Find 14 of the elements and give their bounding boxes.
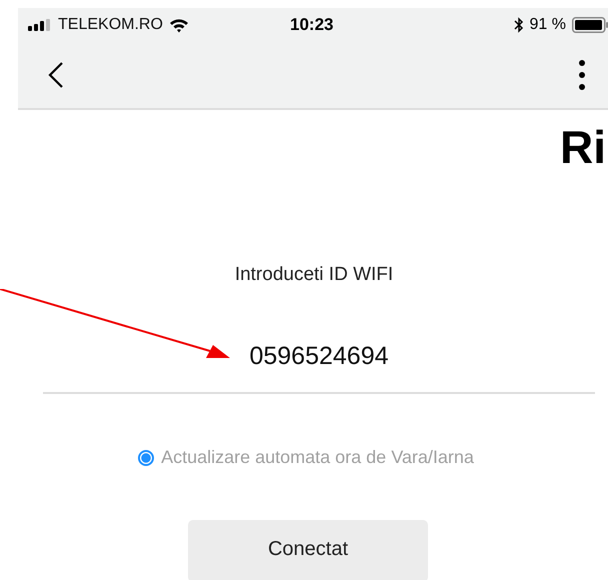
radio-button[interactable] [138,450,154,466]
brand-logo: Ri [560,122,606,175]
option-label: Actualizare automata ora de Vara/Iarna [161,447,474,468]
battery-icon [572,17,608,33]
carrier-name: TELEKOM.RO [58,16,163,34]
field-label: Introduceti ID WIFI [234,264,394,286]
signal-icon [28,19,52,31]
back-icon[interactable] [48,61,64,89]
wifi-icon [168,18,189,32]
more-options-icon[interactable] [579,60,585,90]
clock-time: 10:23 [290,15,334,35]
battery-percent: 91 % [530,16,566,34]
connect-button[interactable]: Conectat [188,520,428,580]
bluetooth-icon [514,17,524,33]
